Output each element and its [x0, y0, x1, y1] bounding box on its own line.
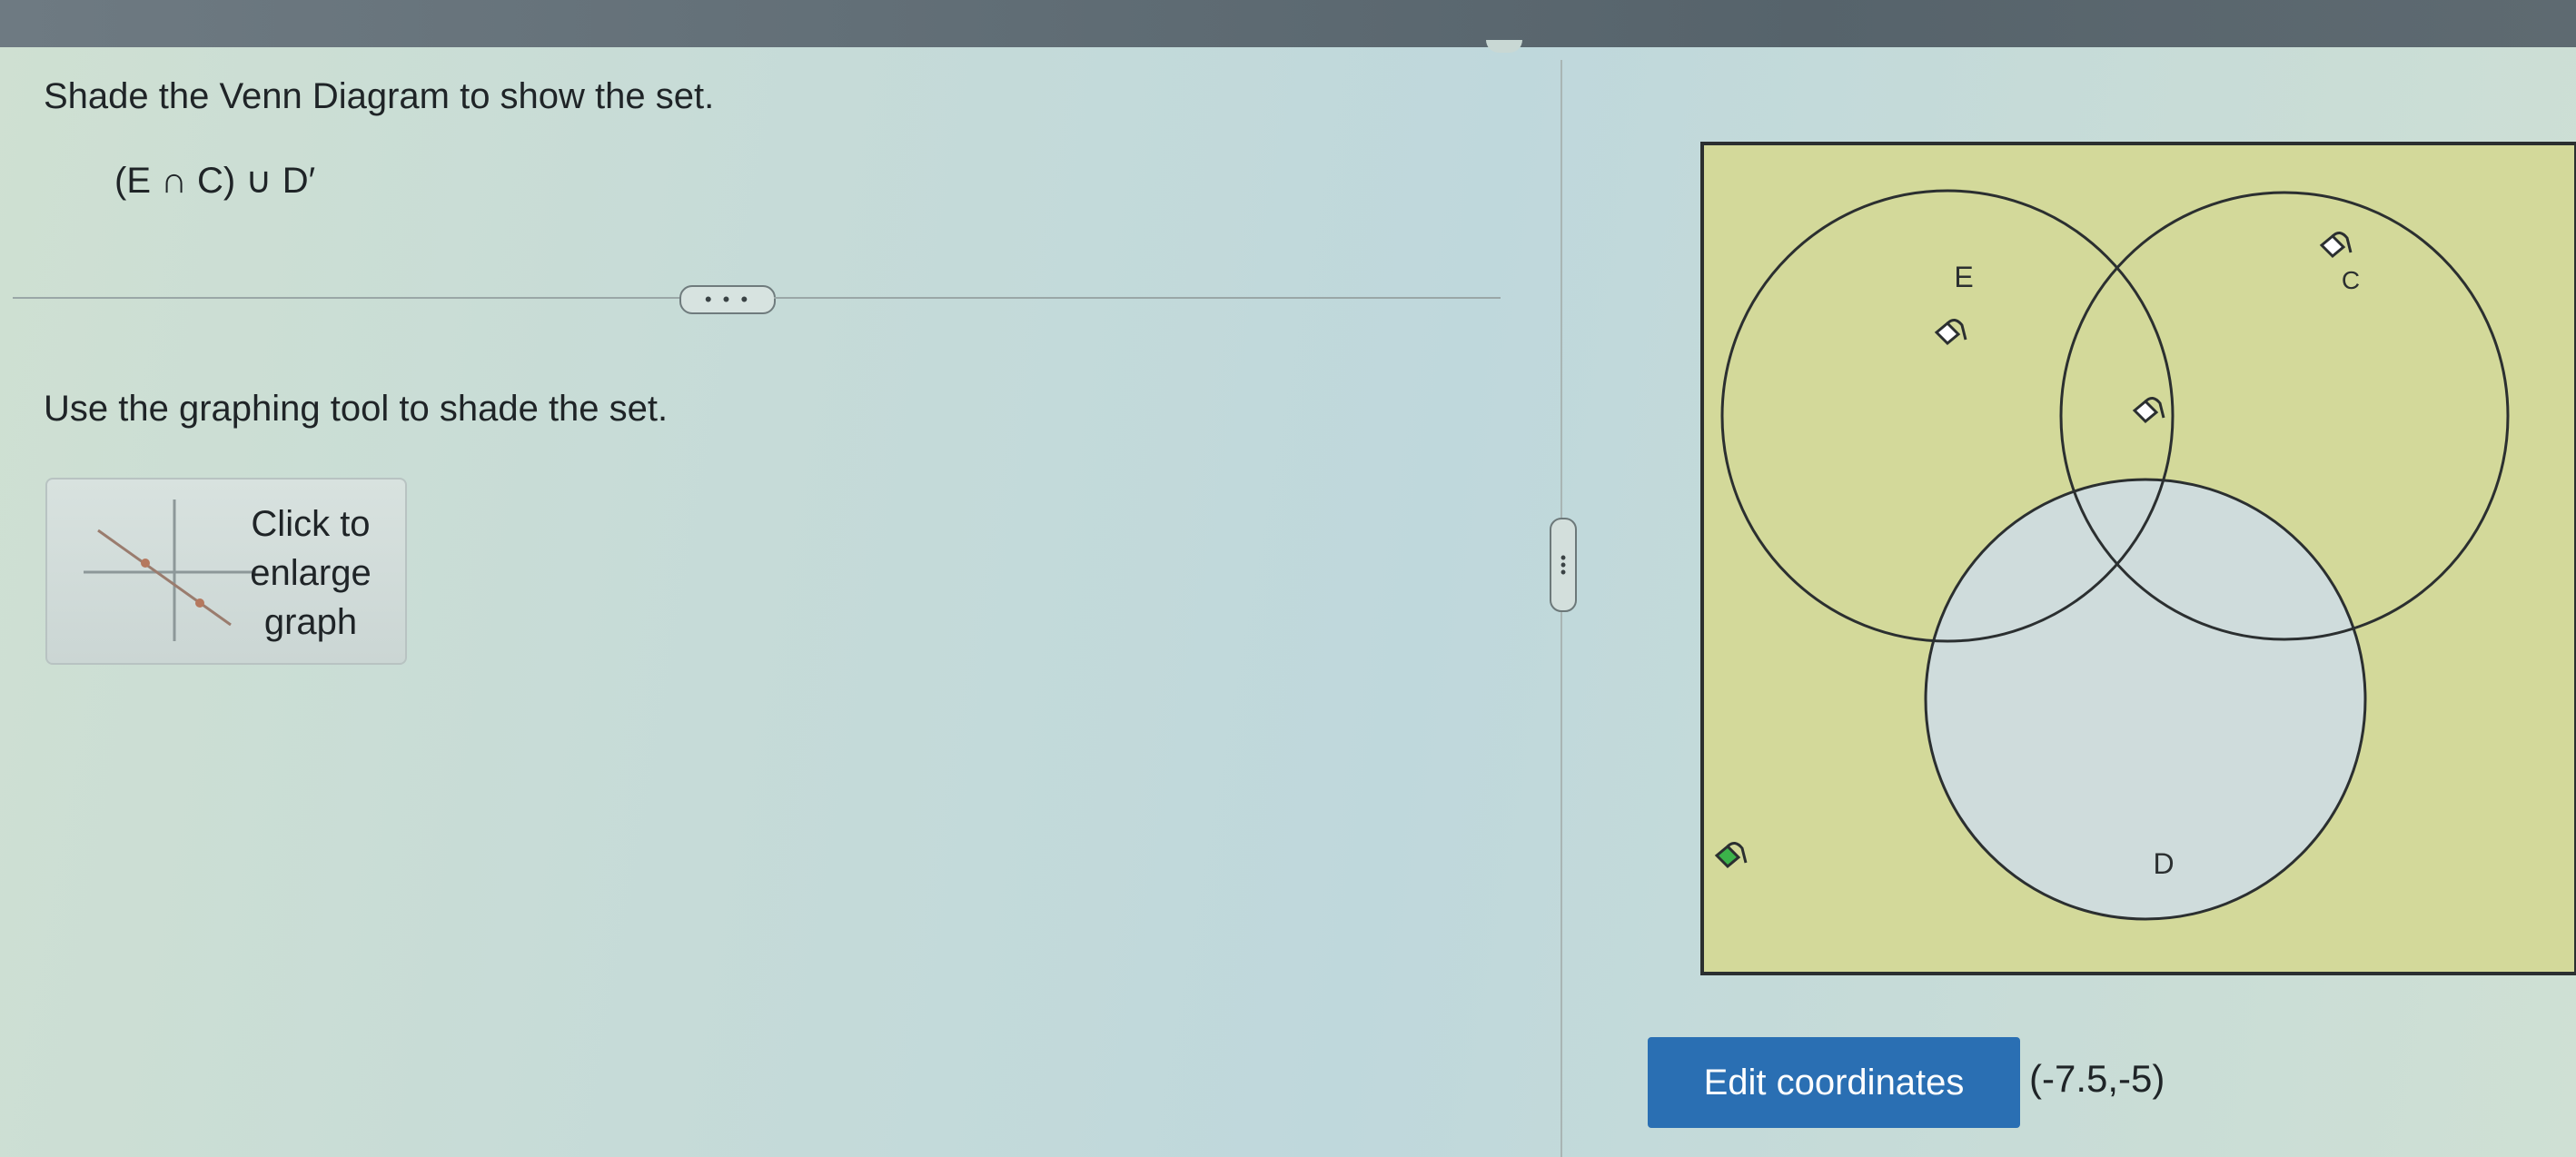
grip-dots-icon: • • •	[1560, 549, 1567, 581]
section-divider-left	[13, 297, 683, 299]
expand-more-button[interactable]: • • •	[679, 285, 776, 314]
enlarge-label-line-3: graph	[263, 602, 358, 642]
section-divider-right	[774, 297, 1501, 299]
enlarge-label-line-2: enlarge	[250, 553, 372, 593]
enlarge-graph-label: Click to enlarge graph	[220, 499, 401, 647]
tool-instruction: Use the graphing tool to shade the set.	[44, 389, 669, 429]
venn-diagram[interactable]: E C D	[1700, 142, 2576, 975]
coordinate-readout: (-7.5,-5)	[2029, 1057, 2165, 1100]
set-e-label: E	[1954, 261, 1973, 293]
set-c-label: C	[2342, 266, 2360, 294]
question-instruction: Shade the Venn Diagram to show the set.	[44, 76, 715, 116]
enlarge-label-line-1: Click to	[251, 504, 371, 544]
set-expression: (E ∩ C) ∪ D′	[114, 161, 316, 201]
browser-top-bar	[0, 0, 2576, 53]
enlarge-graph-button[interactable]: Click to enlarge graph	[45, 478, 407, 665]
pane-resize-handle[interactable]: • • •	[1550, 518, 1577, 612]
venn-diagram-canvas[interactable]: E C D	[1700, 142, 2576, 975]
set-d-label: D	[2153, 847, 2174, 880]
edit-coordinates-button[interactable]: Edit coordinates	[1648, 1037, 2020, 1128]
set-d-region[interactable]	[1926, 480, 2365, 919]
